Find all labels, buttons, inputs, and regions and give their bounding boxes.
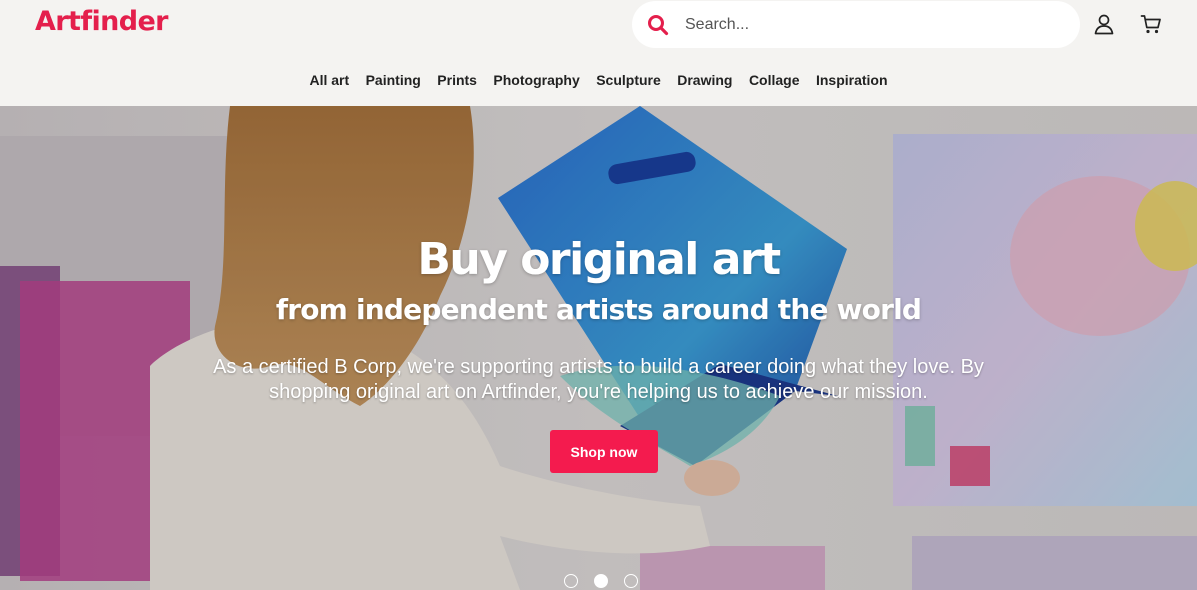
nav-item-collage[interactable]: Collage xyxy=(749,72,800,88)
site-header: Artfinder All art Painting Prints Photog… xyxy=(0,0,1197,106)
carousel-dot-2[interactable] xyxy=(594,574,608,588)
hero-banner: Buy original art from independent artist… xyxy=(0,106,1197,590)
nav-item-painting[interactable]: Painting xyxy=(366,72,421,88)
nav-item-sculpture[interactable]: Sculpture xyxy=(596,72,661,88)
nav-item-photography[interactable]: Photography xyxy=(493,72,579,88)
search-input[interactable] xyxy=(683,14,1047,35)
carousel-dot-1[interactable] xyxy=(564,574,578,588)
carousel-dot-3[interactable] xyxy=(624,574,638,588)
cart-icon[interactable] xyxy=(1139,12,1163,36)
category-nav: All art Painting Prints Photography Scul… xyxy=(0,72,1197,90)
search-bar[interactable] xyxy=(632,1,1080,48)
nav-item-all-art[interactable]: All art xyxy=(309,72,349,88)
search-icon[interactable] xyxy=(647,14,669,36)
nav-item-prints[interactable]: Prints xyxy=(437,72,477,88)
hero-description: As a certified B Corp, we're supporting … xyxy=(213,356,984,403)
user-icon[interactable] xyxy=(1092,12,1116,36)
hero-title: Buy original art xyxy=(417,234,781,285)
hero-subtitle: from independent artists around the worl… xyxy=(275,293,922,326)
artfinder-logo[interactable]: Artfinder xyxy=(35,6,169,37)
shop-now-button[interactable]: Shop now xyxy=(550,430,658,473)
nav-item-inspiration[interactable]: Inspiration xyxy=(816,72,888,88)
hero-background-image xyxy=(0,106,1197,590)
nav-item-drawing[interactable]: Drawing xyxy=(677,72,732,88)
carousel-dots xyxy=(564,574,638,590)
